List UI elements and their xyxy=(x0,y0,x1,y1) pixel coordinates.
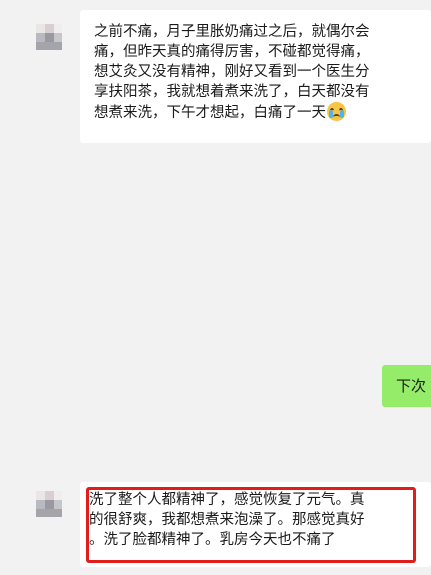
message-last-line: 想煮来洗，下午才想起，白痛了一天 xyxy=(94,102,417,123)
message-text-line: 享扶阳茶，我就想着煮来洗了，白天都没有 xyxy=(94,84,370,100)
message-text: 下次 xyxy=(396,377,427,395)
outgoing-message-bubble[interactable]: 下次 xyxy=(382,365,431,407)
chat-window: 之前不痛，月子里胀奶痛过之后，就偶尔会 痛，但昨天真的痛得厉害，不碰都觉得痛， … xyxy=(0,0,431,575)
incoming-message-bubble[interactable]: 之前不痛，月子里胀奶痛过之后，就偶尔会 痛，但昨天真的痛得厉害，不碰都觉得痛， … xyxy=(80,10,431,143)
sender-avatar[interactable] xyxy=(36,491,62,517)
message-text-line: 的很舒爽，我都想煮来泡澡了。那感觉真好 xyxy=(89,512,365,528)
sender-avatar[interactable] xyxy=(36,24,62,50)
message-text-line: 想艾灸又没有精神，刚好又看到一个医生分 xyxy=(94,64,370,80)
message-text-line: 。洗了脸都精神了。乳房今天也不痛了 xyxy=(89,532,336,548)
message-text-line: 痛，但昨天真的痛得厉害，不碰都觉得痛， xyxy=(94,44,370,60)
incoming-message-bubble[interactable]: 洗了整个人都精神了，感觉恢复了元气。真 的很舒爽，我都想煮来泡澡了。那感觉真好 … xyxy=(80,482,431,567)
crying-face-icon xyxy=(327,102,346,121)
message-text-line: 之前不痛，月子里胀奶痛过之后，就偶尔会 xyxy=(94,24,370,40)
message-text-line: 洗了整个人都精神了，感觉恢复了元气。真 xyxy=(89,492,365,508)
message-text-line: 想煮来洗，下午才想起，白痛了一天 xyxy=(94,105,326,121)
